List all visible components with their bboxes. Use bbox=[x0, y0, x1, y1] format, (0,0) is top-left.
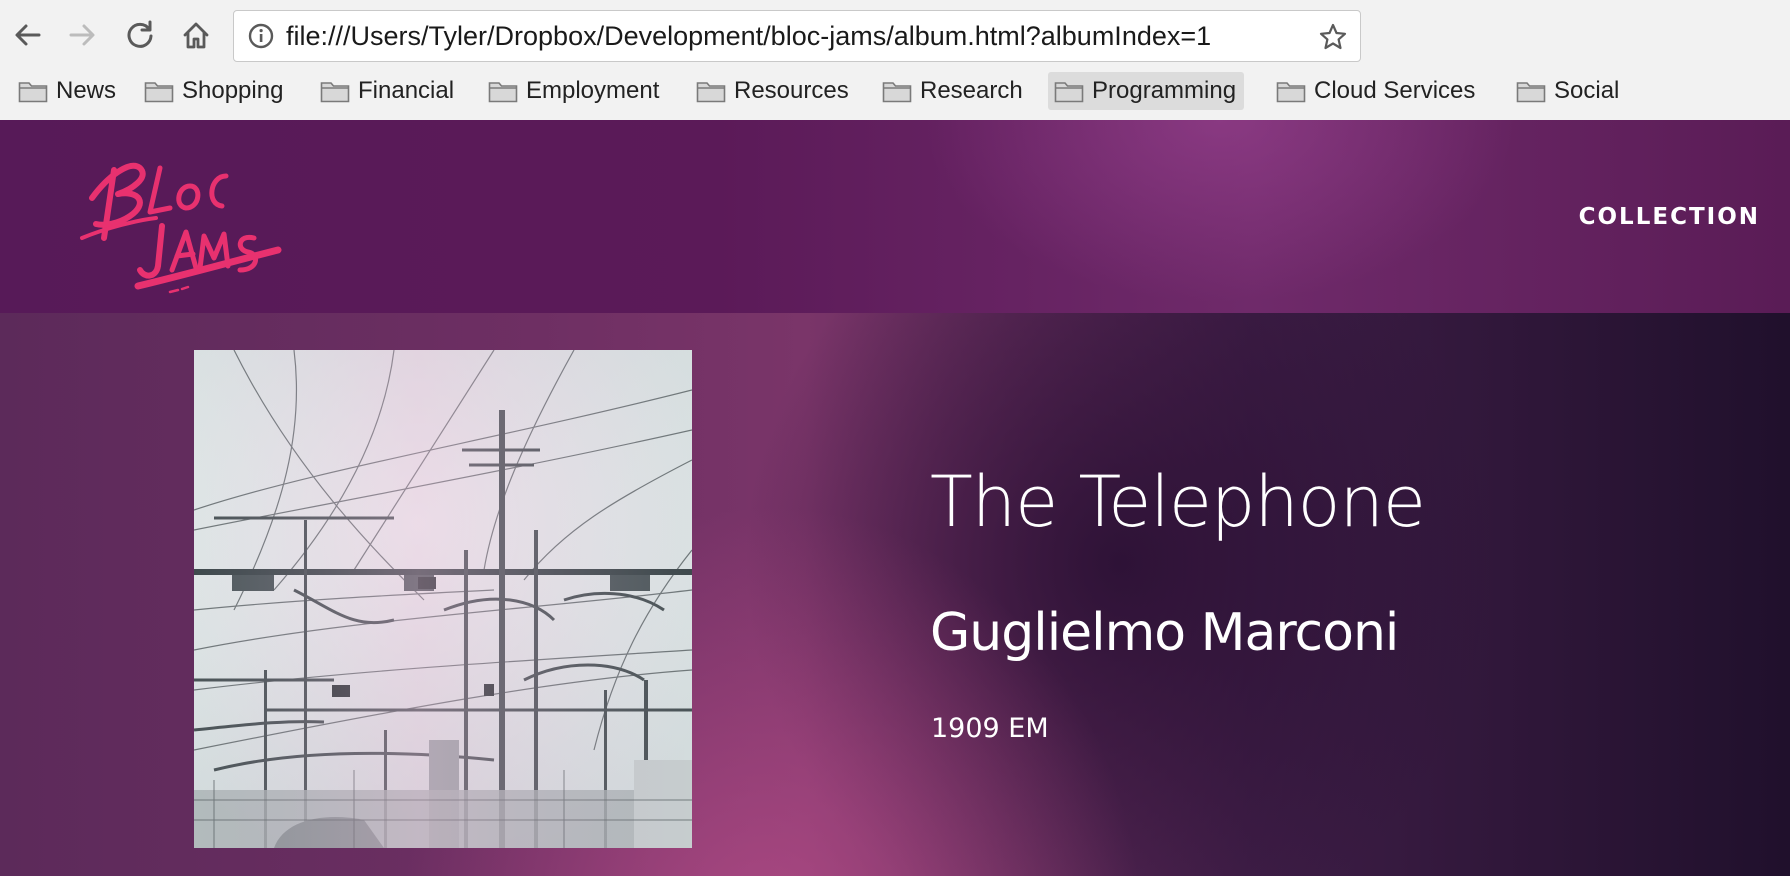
bookmark-label: News bbox=[56, 77, 117, 104]
browser-toolbar: file:///Users/Tyler/Dropbox/Development/… bbox=[0, 0, 1790, 121]
forward-button[interactable] bbox=[60, 13, 104, 57]
bookmark-label: Research bbox=[920, 77, 1023, 104]
folder-icon bbox=[18, 82, 48, 103]
folder-icon bbox=[882, 82, 912, 103]
bloc-jams-logo[interactable] bbox=[78, 146, 288, 296]
back-button[interactable] bbox=[6, 13, 50, 57]
folder-icon bbox=[488, 82, 518, 103]
bookmark-label: Resources bbox=[734, 77, 849, 104]
back-arrow-icon bbox=[15, 24, 41, 46]
star-icon[interactable] bbox=[1318, 22, 1348, 52]
site-header: COLLECTION bbox=[0, 120, 1790, 313]
album-release-info: 1909 EM bbox=[931, 713, 1049, 744]
bookmark-label: Programming bbox=[1092, 77, 1237, 104]
bookmark-shopping[interactable]: Shopping bbox=[138, 72, 291, 110]
bookmark-financial[interactable]: Financial bbox=[314, 72, 462, 110]
album-title: The Telephone bbox=[930, 461, 1426, 543]
power-lines-photo bbox=[194, 350, 692, 848]
album-header: The Telephone Guglielmo Marconi 1909 EM bbox=[0, 313, 1790, 876]
bookmark-label: Financial bbox=[358, 77, 455, 104]
bookmark-label: Employment bbox=[526, 77, 660, 104]
forward-arrow-icon bbox=[69, 24, 95, 46]
bookmark-label: Shopping bbox=[182, 77, 284, 104]
album-artist: Guglielmo Marconi bbox=[930, 603, 1399, 663]
bookmarks-bar: News Shopping Financial Employment Resou… bbox=[0, 69, 1790, 113]
reload-button[interactable] bbox=[118, 13, 162, 57]
bookmark-label: Cloud Services bbox=[1314, 77, 1476, 104]
folder-icon bbox=[144, 82, 174, 103]
folder-icon bbox=[1054, 82, 1084, 103]
folder-icon bbox=[1516, 82, 1546, 103]
url-text[interactable]: file:///Users/Tyler/Dropbox/Development/… bbox=[286, 11, 1211, 61]
bookmark-news[interactable]: News bbox=[12, 72, 124, 110]
home-button[interactable] bbox=[174, 13, 218, 57]
bookmark-social[interactable]: Social bbox=[1510, 72, 1627, 110]
nav-collection-link[interactable]: COLLECTION bbox=[1579, 204, 1760, 230]
bookmark-cloud-services[interactable]: Cloud Services bbox=[1270, 72, 1483, 110]
bookmark-employment[interactable]: Employment bbox=[482, 72, 667, 110]
bookmark-resources[interactable]: Resources bbox=[690, 72, 857, 110]
album-cover-image bbox=[194, 350, 692, 848]
folder-icon bbox=[320, 82, 350, 103]
home-icon bbox=[183, 22, 209, 49]
address-bar[interactable]: file:///Users/Tyler/Dropbox/Development/… bbox=[233, 10, 1361, 62]
bookmark-label: Social bbox=[1554, 77, 1620, 104]
reload-icon bbox=[127, 20, 153, 48]
bookmark-programming[interactable]: Programming bbox=[1048, 72, 1245, 110]
folder-icon bbox=[1276, 82, 1306, 103]
folder-icon bbox=[696, 82, 726, 103]
bookmark-research[interactable]: Research bbox=[876, 72, 1031, 110]
info-icon[interactable] bbox=[248, 23, 274, 49]
